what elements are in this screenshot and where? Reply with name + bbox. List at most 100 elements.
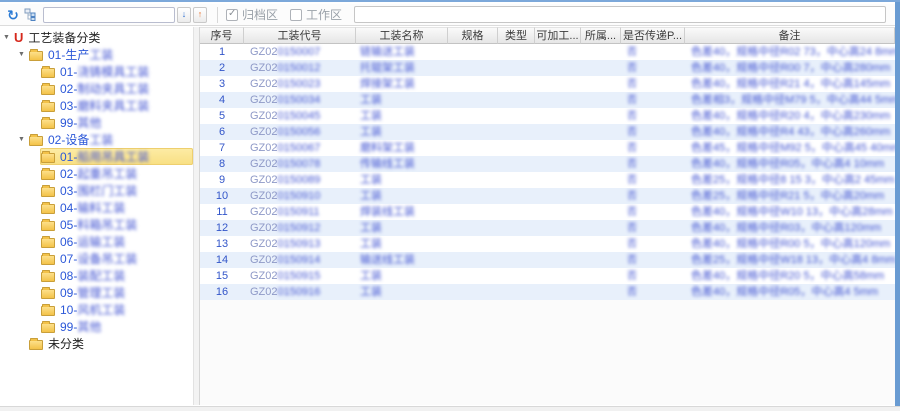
table-row[interactable]: 14 GZ020150914 输送线工装 否 色差25，规格中径W18 13，中心高4 … bbox=[200, 252, 895, 268]
tree-item[interactable]: 09-管理工装 bbox=[0, 284, 193, 301]
column-header-mach[interactable]: 可加工... bbox=[535, 27, 581, 44]
remark-redacted: 色差25，规格中径W18 13，中心高4 8mm bbox=[691, 254, 895, 266]
cell-transfer: 否 bbox=[621, 92, 685, 108]
archive-area-checkbox[interactable]: 归档区 bbox=[226, 6, 278, 23]
tree-item[interactable]: 99-其他 bbox=[0, 114, 193, 131]
cell-name: 托辊架工装 bbox=[356, 60, 448, 76]
expander-icon[interactable]: ▼ bbox=[18, 51, 28, 58]
table-row[interactable]: 16 GZ020150916 工装 否 色差40，规格中径R05，中心高4 5mm bbox=[200, 284, 895, 300]
tree-item[interactable]: 05-料箱吊工装 bbox=[0, 216, 193, 233]
code-prefix: GZ02 bbox=[250, 62, 278, 74]
cell-remark: 色差40，规格中径R03，中心高120mm bbox=[685, 220, 895, 236]
tree-item-label: 01-生产工装 bbox=[48, 46, 113, 63]
work-area-checkbox[interactable]: 工作区 bbox=[290, 6, 342, 23]
tree-item[interactable]: ▼ 01-生产工装 bbox=[0, 46, 193, 63]
cell-code: GZ020150916 bbox=[244, 284, 356, 300]
quick-filter-input[interactable] bbox=[354, 6, 886, 23]
cell-type bbox=[498, 60, 535, 76]
table-row[interactable]: 2 GZ020150012 托辊架工装 否 色差40，规格中径R00 7，中心高280m… bbox=[200, 60, 895, 76]
tree-item[interactable]: 01-船用吊具工装 bbox=[0, 148, 193, 165]
folder-icon bbox=[29, 48, 43, 61]
panel-splitter[interactable] bbox=[193, 27, 200, 405]
table-row[interactable]: 6 GZ020150056 工装 否 色差40，规格中径R4 43，中心高260mm bbox=[200, 124, 895, 140]
search-prev-button[interactable]: ↑ bbox=[193, 6, 207, 23]
tree-item[interactable]: 03-围栏门工装 bbox=[0, 182, 193, 199]
cell-code: GZ020150045 bbox=[244, 108, 356, 124]
tree-item[interactable]: ▼ 02-设备工装 bbox=[0, 131, 193, 148]
transfer-redacted: 否 bbox=[627, 143, 637, 154]
table-row[interactable]: 13 GZ020150913 工装 否 色差40，规格中径R00 5，中心高120mm bbox=[200, 236, 895, 252]
column-header-code[interactable]: 工装代号 bbox=[244, 27, 356, 44]
cell-mach bbox=[535, 172, 581, 188]
tree-item-label: 99-其他 bbox=[60, 114, 101, 131]
column-header-name[interactable]: 工装名称 bbox=[356, 27, 448, 44]
column-header-type[interactable]: 类型 bbox=[498, 27, 535, 44]
table-row[interactable]: 7 GZ020150067 磨料架工装 否 色差45，规格中径M92 5，中心高45 4… bbox=[200, 140, 895, 156]
table-row[interactable]: 10 GZ020150910 工装 否 色差25，规格中径R21 5，中心高20mm bbox=[200, 188, 895, 204]
tree-item[interactable]: 未分类 bbox=[0, 335, 193, 352]
tree-label-redacted: 装配工装 bbox=[77, 269, 126, 283]
refresh-button[interactable]: ↻ bbox=[4, 6, 22, 24]
cell-transfer: 否 bbox=[621, 44, 685, 60]
column-header-remark[interactable]: 备注 bbox=[685, 27, 895, 44]
cell-code: GZ020150012 bbox=[244, 60, 356, 76]
remark-redacted: 色差40，规格中径R05，中心高4 5mm bbox=[691, 286, 879, 298]
column-header-seq[interactable]: 序号 bbox=[200, 27, 244, 44]
folder-icon bbox=[29, 133, 43, 146]
name-redacted: 托辊架工装 bbox=[360, 62, 415, 74]
tree-item[interactable]: 03-磨料夹具工装 bbox=[0, 97, 193, 114]
column-header-transfer[interactable]: 是否传递P... bbox=[621, 27, 685, 44]
code-prefix: GZ02 bbox=[250, 286, 278, 298]
cell-spec bbox=[448, 44, 498, 60]
cell-code: GZ020150067 bbox=[244, 140, 356, 156]
tree-item[interactable]: 10-风机工装 bbox=[0, 301, 193, 318]
expander-icon[interactable]: ▼ bbox=[18, 136, 28, 143]
tree-label-redacted: 起重吊工装 bbox=[77, 167, 138, 181]
tree-item-label: 09-管理工装 bbox=[60, 284, 125, 301]
code-prefix: GZ02 bbox=[250, 254, 278, 266]
tree-label-redacted: 料箱吊工装 bbox=[77, 218, 138, 232]
tree-label-redacted: 磨料夹具工装 bbox=[77, 99, 150, 113]
tree-item-label: 04-输料工装 bbox=[60, 199, 125, 216]
tree-item[interactable]: 08-装配工装 bbox=[0, 267, 193, 284]
remark-redacted: 色差25，规格中径8 15 3，中心高2 45mm bbox=[691, 174, 895, 186]
code-prefix: GZ02 bbox=[250, 142, 278, 154]
table-row[interactable]: 3 GZ020150023 焊接架工装 否 色差40，规格中径R21 4，中心高145m… bbox=[200, 76, 895, 92]
table-row[interactable]: 11 GZ020150911 焊装线工装 否 色差40，规格中径W10 13，中心高28… bbox=[200, 204, 895, 220]
tree-item[interactable]: 04-输料工装 bbox=[0, 199, 193, 216]
tree-item-body: 05-料箱吊工装 bbox=[40, 216, 193, 233]
tree-item[interactable]: 07-设备吊工装 bbox=[0, 250, 193, 267]
tree-item[interactable]: 99-其他 bbox=[0, 318, 193, 335]
tree-item[interactable]: ▼ U 工艺装备分类 bbox=[0, 29, 193, 46]
tree-item[interactable]: 02-制动夹具工装 bbox=[0, 80, 193, 97]
code-prefix: GZ02 bbox=[250, 46, 278, 58]
cell-seq: 14 bbox=[215, 254, 229, 266]
cell-code: GZ020150078 bbox=[244, 156, 356, 172]
tree-search-input[interactable] bbox=[43, 6, 175, 23]
cell-seq: 2 bbox=[218, 62, 226, 74]
cell-remark: 色差25，规格中径R21 5，中心高20mm bbox=[685, 188, 895, 204]
column-header-spec[interactable]: 规格 bbox=[448, 27, 498, 44]
cell-type bbox=[498, 140, 535, 156]
table-row[interactable]: 9 GZ020150089 工装 否 色差25，规格中径8 15 3，中心高2 45mm bbox=[200, 172, 895, 188]
tree-item[interactable]: 02-起重吊工装 bbox=[0, 165, 193, 182]
tree-item[interactable]: 01-浇铸模具工装 bbox=[0, 63, 193, 80]
cell-seq: 8 bbox=[218, 158, 226, 170]
table-row[interactable]: 1 GZ020150007 链输送工装 否 色差40，规格中径R02 73，中心高24 … bbox=[200, 44, 895, 60]
search-next-button[interactable]: ↓ bbox=[177, 6, 191, 23]
remark-redacted: 色差40，规格中径R4 43，中心高260mm bbox=[691, 126, 891, 138]
table-row[interactable]: 4 GZ020150034 工装 否 色差相3，规格中径M79 5，中心高44 5mm bbox=[200, 92, 895, 108]
tree-item[interactable]: 06-运输工装 bbox=[0, 233, 193, 250]
tree-label-plain: 08- bbox=[60, 269, 78, 283]
expander-icon[interactable]: ▼ bbox=[3, 34, 13, 41]
table-row[interactable]: 15 GZ020150915 工装 否 色差40，规格中径R20 5，中心高58mm bbox=[200, 268, 895, 284]
expand-tree-button[interactable] bbox=[22, 6, 40, 24]
table-row[interactable]: 8 GZ020150078 传输线工装 否 色差40，规格中径R05，中心高4 10mm bbox=[200, 156, 895, 172]
column-header-belong[interactable]: 所属... bbox=[581, 27, 621, 44]
table-row[interactable]: 12 GZ020150912 工装 否 色差40，规格中径R03，中心高120mm bbox=[200, 220, 895, 236]
cell-type bbox=[498, 108, 535, 124]
cell-seq: 9 bbox=[218, 174, 226, 186]
table-row[interactable]: 5 GZ020150045 工装 否 色差40，规格中径R20 4，中心高230mm bbox=[200, 108, 895, 124]
transfer-redacted: 否 bbox=[627, 191, 637, 202]
transfer-redacted: 否 bbox=[627, 175, 637, 186]
